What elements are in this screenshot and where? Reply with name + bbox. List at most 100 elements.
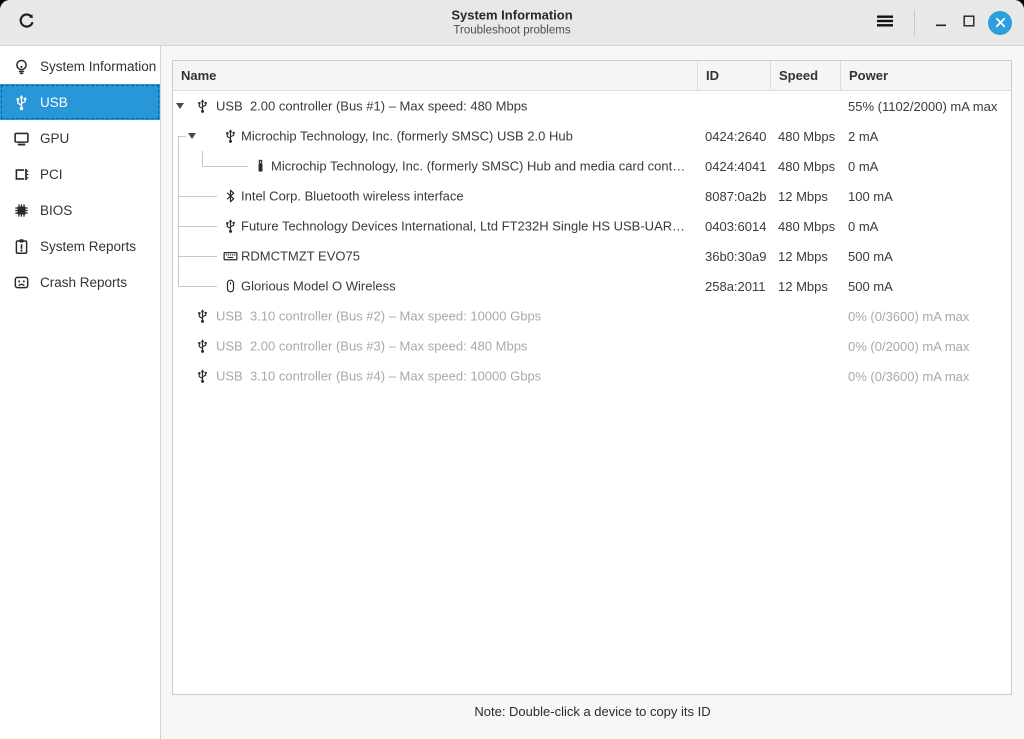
sidebar-item-pci[interactable]: PCI [0,156,160,192]
monitor-icon [13,130,30,147]
table-row[interactable]: USB 3.10 controller (Bus #2) – Max speed… [173,301,1011,331]
device-power: 0 mA [848,218,879,234]
device-id: 258a:2011 [705,278,766,294]
device-power: 2 mA [848,128,879,144]
table-row[interactable]: Glorious Model O Wireless 258a:2011 12 Mbp… [173,271,1011,301]
expander-arrow-icon[interactable] [176,103,184,109]
sidebar-item-label: System Reports [40,238,137,254]
device-speed [770,301,840,331]
device-id: 0403:6014 [705,218,767,234]
device-name: USB 3.10 controller (Bus #2) – Max speed… [216,308,542,324]
usb-icon [195,99,210,114]
lightbulb-icon [13,58,30,75]
titlebar: System Information Troubleshoot problems [0,0,1024,46]
device-table: Name ID Speed Power USB 2.00 controller (Bu… [172,60,1012,695]
table-row[interactable]: RDMCTMZT EVO75 36b0:30a9 12 Mbps 500 mA [173,241,1011,271]
device-name: Glorious Model O Wireless [241,278,396,294]
column-header-name[interactable]: Name [173,61,697,90]
refresh-button[interactable] [8,5,44,41]
refresh-icon [17,12,36,34]
table-row[interactable]: USB 2.00 controller (Bus #1) – Max speed… [173,91,1011,121]
sidebar: System Information USB GPU PCI BIOS System Re… [0,46,161,739]
column-header-id[interactable]: ID [697,61,770,90]
table-row[interactable]: Future Technology Devices International,… [173,211,1011,241]
tree-line [178,151,179,181]
name-cell: USB 3.10 controller (Bus #4) – Max speed… [173,361,697,391]
device-speed: 12 Mbps [778,248,828,264]
device-name: RDMCTMZT EVO75 [241,248,360,264]
device-name: Microchip Technology, Inc. (formerly SMS… [271,158,686,174]
usb-icon [195,309,210,324]
sidebar-item-crash-reports[interactable]: Crash Reports [0,264,160,300]
bluetooth-icon [223,189,238,204]
tree-line [178,195,217,197]
main-panel: Name ID Speed Power USB 2.00 controller (Bu… [161,46,1024,739]
mouse-icon [223,279,238,294]
device-speed [770,361,840,391]
close-icon [988,10,1012,35]
report-icon [13,238,30,255]
table-row[interactable]: Microchip Technology, Inc. (formerly SMS… [173,121,1011,151]
device-power: 500 mA [848,278,893,294]
device-speed: 480 Mbps [778,158,836,174]
sidebar-item-system-information[interactable]: System Information [0,48,160,84]
device-name: USB 2.00 controller (Bus #3) – Max speed… [216,338,528,354]
name-cell: Microchip Technology, Inc. (formerly SMS… [173,121,697,151]
content-area: System Information USB GPU PCI BIOS System Re… [0,46,1024,739]
device-id: 36b0:30a9 [705,248,767,264]
tree-line [202,165,248,167]
menu-button[interactable] [868,7,902,39]
window-controls [868,7,1024,39]
app-window: System Information Troubleshoot problems [0,0,1024,739]
device-speed: 12 Mbps [778,188,828,204]
device-id: 0424:4041 [705,158,767,174]
usb-stick-icon [253,159,268,174]
sidebar-item-system-reports[interactable]: System Reports [0,228,160,264]
window-title-group: System Information Troubleshoot problems [451,7,572,38]
device-id [697,301,770,331]
usb-icon [195,339,210,354]
sidebar-item-label: BIOS [40,202,73,218]
crash-face-icon [13,274,30,291]
device-name: USB 3.10 controller (Bus #4) – Max speed… [216,368,542,384]
maximize-icon [963,15,975,30]
device-power: 55% (1102/2000) mA max [848,98,998,114]
name-cell: USB 2.00 controller (Bus #1) – Max speed… [173,91,697,121]
table-body: USB 2.00 controller (Bus #1) – Max speed… [173,91,1011,391]
device-id [697,361,770,391]
column-header-speed[interactable]: Speed [770,61,840,90]
device-power: 500 mA [848,248,893,264]
titlebar-separator [914,9,915,36]
keyboard-icon [223,249,238,264]
sidebar-item-bios[interactable]: BIOS [0,192,160,228]
table-row[interactable]: USB 2.00 controller (Bus #3) – Max speed… [173,331,1011,361]
usb-icon [223,129,238,144]
sidebar-item-gpu[interactable]: GPU [0,120,160,156]
sidebar-item-usb[interactable]: USB [0,84,160,120]
sidebar-item-label: System Information [40,58,157,74]
tree-line [178,135,186,137]
minimize-icon [935,15,947,30]
name-cell: RDMCTMZT EVO75 [173,241,697,271]
name-cell: Glorious Model O Wireless [173,271,697,301]
tree-line [178,255,217,257]
sidebar-item-label: GPU [40,130,70,146]
tree-line [178,136,179,151]
usb-icon [13,94,30,111]
note-text: Note: Double-click a device to copy its … [474,704,711,719]
device-name: Future Technology Devices International,… [241,218,691,234]
expander-arrow-icon[interactable] [188,133,196,139]
maximize-button[interactable] [955,8,983,38]
device-speed [770,91,840,121]
minimize-button[interactable] [927,8,955,38]
device-speed [770,331,840,361]
table-row[interactable]: Intel Corp. Bluetooth wireless interface… [173,181,1011,211]
usb-icon [223,219,238,234]
name-cell: USB 2.00 controller (Bus #3) – Max speed… [173,331,697,361]
table-row[interactable]: Microchip Technology, Inc. (formerly SMS… [173,151,1011,181]
column-header-power[interactable]: Power [840,61,1011,90]
tree-line [178,285,217,287]
close-button[interactable] [983,7,1017,39]
table-row[interactable]: USB 3.10 controller (Bus #4) – Max speed… [173,361,1011,391]
window-title: System Information [451,7,573,23]
